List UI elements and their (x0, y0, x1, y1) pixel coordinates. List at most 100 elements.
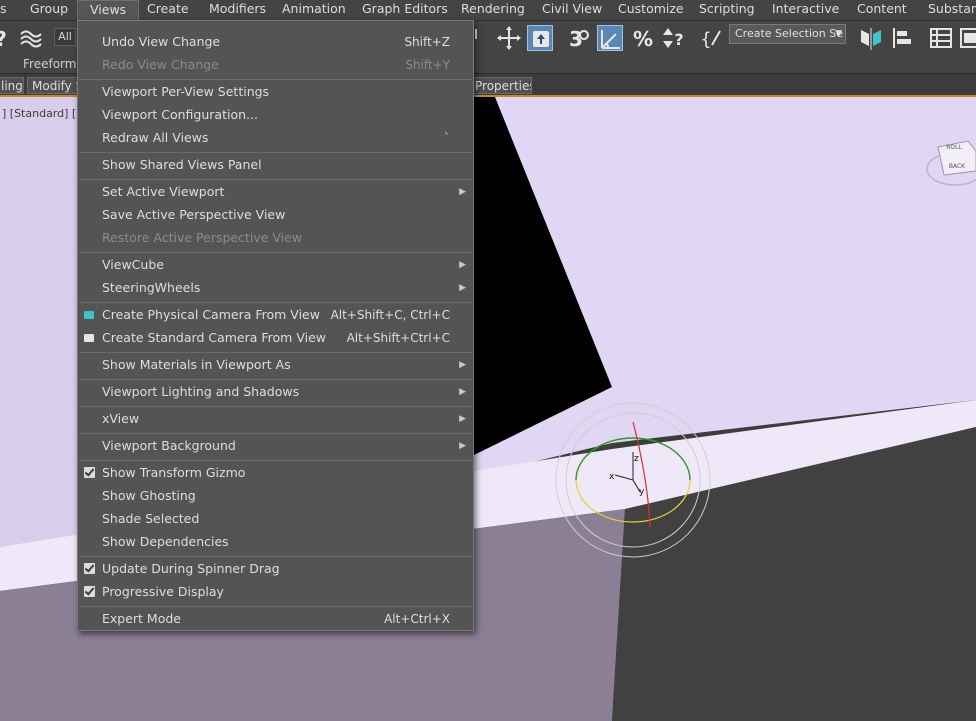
menu-separator (79, 460, 472, 461)
menu-show-shared-views-panel[interactable]: Show Shared Views Panel (78, 154, 473, 177)
menu-item-label: Redraw All Views (102, 130, 209, 145)
angle-snap-icon[interactable] (597, 25, 623, 51)
menu-item-label: Set Active Viewport (102, 184, 225, 199)
menu-item-shortcut: Alt+Shift+C, Ctrl+C (330, 308, 450, 322)
submenu-arrow-icon: ▶ (459, 187, 466, 197)
menu-separator (79, 406, 472, 407)
menu-item-content[interactable]: Content (857, 0, 907, 20)
menu-item-label: Undo View Change (102, 34, 221, 49)
menu-viewport-background[interactable]: Viewport Background ▶ (78, 435, 473, 458)
menu-separator (79, 152, 472, 153)
mirror-icon[interactable] (858, 25, 884, 51)
menu-item-scripting[interactable]: Scripting (699, 0, 755, 20)
menu-separator (79, 433, 472, 434)
menu-bar: s Group Views Create Modifiers Animation… (0, 0, 976, 21)
create-selection-set-dropdown[interactable]: Create Selection Se ▼ (729, 24, 846, 44)
menu-item-customize[interactable]: Customize (618, 0, 684, 20)
menu-viewport-configuration[interactable]: Viewport Configuration... (78, 104, 473, 127)
menu-separator (79, 606, 472, 607)
menu-create-standard-camera[interactable]: Create Standard Camera From View Alt+Shi… (78, 327, 473, 350)
menu-show-materials-in-viewport-as[interactable]: Show Materials in Viewport As ▶ (78, 354, 473, 377)
menu-item-shortcut: Shift+Z (404, 35, 450, 49)
menu-redo-view-change[interactable]: Redo View Change Shift+Y (78, 54, 473, 77)
checkmark-icon (84, 563, 95, 574)
svg-text:?: ? (0, 27, 7, 51)
menu-item-graph-editors[interactable]: Graph Editors (362, 0, 448, 20)
menu-item-label: Show Materials in Viewport As (102, 357, 291, 372)
tab-modify-selection[interactable]: Modify S (27, 77, 79, 94)
menu-create-physical-camera[interactable]: Create Physical Camera From View Alt+Shi… (78, 304, 473, 327)
menu-show-ghosting[interactable]: Show Ghosting (78, 485, 473, 508)
menu-item-modifiers[interactable]: Modifiers (209, 0, 266, 20)
help-icon[interactable]: ? (0, 25, 14, 51)
ribbon-freeform-label[interactable]: Freeform (23, 57, 76, 71)
menu-item-views[interactable]: Views (77, 0, 140, 21)
submenu-arrow-icon: ▶ (459, 283, 466, 293)
menu-item-truncated[interactable]: s (0, 0, 7, 20)
svg-text:{: { (700, 29, 711, 50)
menu-item-label: Show Shared Views Panel (102, 157, 262, 172)
menu-redraw-all-views[interactable]: Redraw All Views ` (78, 127, 473, 150)
menu-set-active-viewport[interactable]: Set Active Viewport ▶ (78, 181, 473, 204)
menu-viewport-lighting-and-shadows[interactable]: Viewport Lighting and Shadows ▶ (78, 381, 473, 404)
snaps-toggle-icon[interactable]: 3 (566, 25, 592, 51)
menu-separator (79, 302, 472, 303)
gizmo-z-label: z (634, 454, 639, 464)
menu-item-label: Progressive Display (102, 584, 224, 599)
checkmark-icon (84, 586, 95, 597)
menu-viewport-per-view-settings[interactable]: Viewport Per-View Settings (78, 81, 473, 104)
menu-item-label: Restore Active Perspective View (102, 230, 303, 245)
align-icon[interactable] (890, 25, 916, 51)
menu-item-label: SteeringWheels (102, 280, 201, 295)
menu-item-substance[interactable]: Substance (928, 0, 976, 20)
select-and-place-icon[interactable] (527, 25, 553, 51)
selection-filter-dropdown[interactable]: All (54, 28, 76, 46)
percent-snap-icon[interactable]: % (630, 25, 656, 51)
menu-shade-selected[interactable]: Shade Selected (78, 508, 473, 531)
menu-separator (79, 556, 472, 557)
menu-show-dependencies[interactable]: Show Dependencies (78, 531, 473, 554)
menu-show-transform-gizmo[interactable]: Show Transform Gizmo (78, 462, 473, 485)
left-wall (0, 97, 80, 567)
menu-viewcube[interactable]: ViewCube ▶ (78, 254, 473, 277)
menu-steeringwheels[interactable]: SteeringWheels ▶ (78, 277, 473, 300)
menu-item-group[interactable]: Group (30, 0, 68, 20)
tab-properties[interactable]: Properties (470, 77, 532, 94)
spinner-snap-icon[interactable]: ? (660, 25, 686, 51)
menu-item-create[interactable]: Create (147, 0, 189, 20)
menu-restore-active-perspective-view[interactable]: Restore Active Perspective View (78, 227, 473, 250)
submenu-arrow-icon: ▶ (459, 260, 466, 270)
menu-item-label: Show Dependencies (102, 534, 229, 549)
menu-item-label: Show Ghosting (102, 488, 196, 503)
scene-explorer-icon[interactable] (928, 25, 954, 51)
menu-separator (79, 179, 472, 180)
tab-modeling-truncated[interactable]: ling (0, 77, 24, 94)
viewcube-top-label: ROLL (946, 144, 962, 151)
select-and-move-icon[interactable] (496, 25, 522, 51)
menu-item-label: ViewCube (102, 257, 164, 272)
menu-xview[interactable]: xView ▶ (78, 408, 473, 431)
menu-progressive-display[interactable]: Progressive Display (78, 581, 473, 604)
menu-item-animation[interactable]: Animation (282, 0, 346, 20)
menu-item-shortcut: Shift+Y (405, 58, 450, 72)
menu-item-civil-view[interactable]: Civil View (542, 0, 602, 20)
edit-named-selection-icon[interactable]: { (699, 25, 725, 51)
menu-item-interactive[interactable]: Interactive (772, 0, 839, 20)
layer-explorer-icon[interactable] (958, 25, 976, 51)
menu-save-active-perspective-view[interactable]: Save Active Perspective View (78, 204, 473, 227)
bind-space-warp-icon[interactable] (18, 25, 44, 51)
chevron-down-icon: ▼ (835, 29, 842, 39)
menu-item-label: Viewport Lighting and Shadows (102, 384, 300, 399)
menu-undo-view-change[interactable]: Undo View Change Shift+Z (78, 31, 473, 54)
menu-item-rendering[interactable]: Rendering (461, 0, 525, 20)
menu-item-label: Shade Selected (102, 511, 200, 526)
create-selection-set-text: Create Selection Se (735, 27, 843, 40)
menu-expert-mode[interactable]: Expert Mode Alt+Ctrl+X (78, 608, 473, 631)
menu-item-label: Viewport Configuration... (102, 107, 258, 122)
menu-update-during-spinner-drag[interactable]: Update During Spinner Drag (78, 558, 473, 581)
menu-item-label: Redo View Change (102, 57, 219, 72)
menu-separator (79, 352, 472, 353)
viewport-label[interactable]: ] [Standard] [E (2, 107, 83, 120)
standard-camera-icon (84, 334, 94, 342)
svg-text:?: ? (674, 30, 683, 49)
